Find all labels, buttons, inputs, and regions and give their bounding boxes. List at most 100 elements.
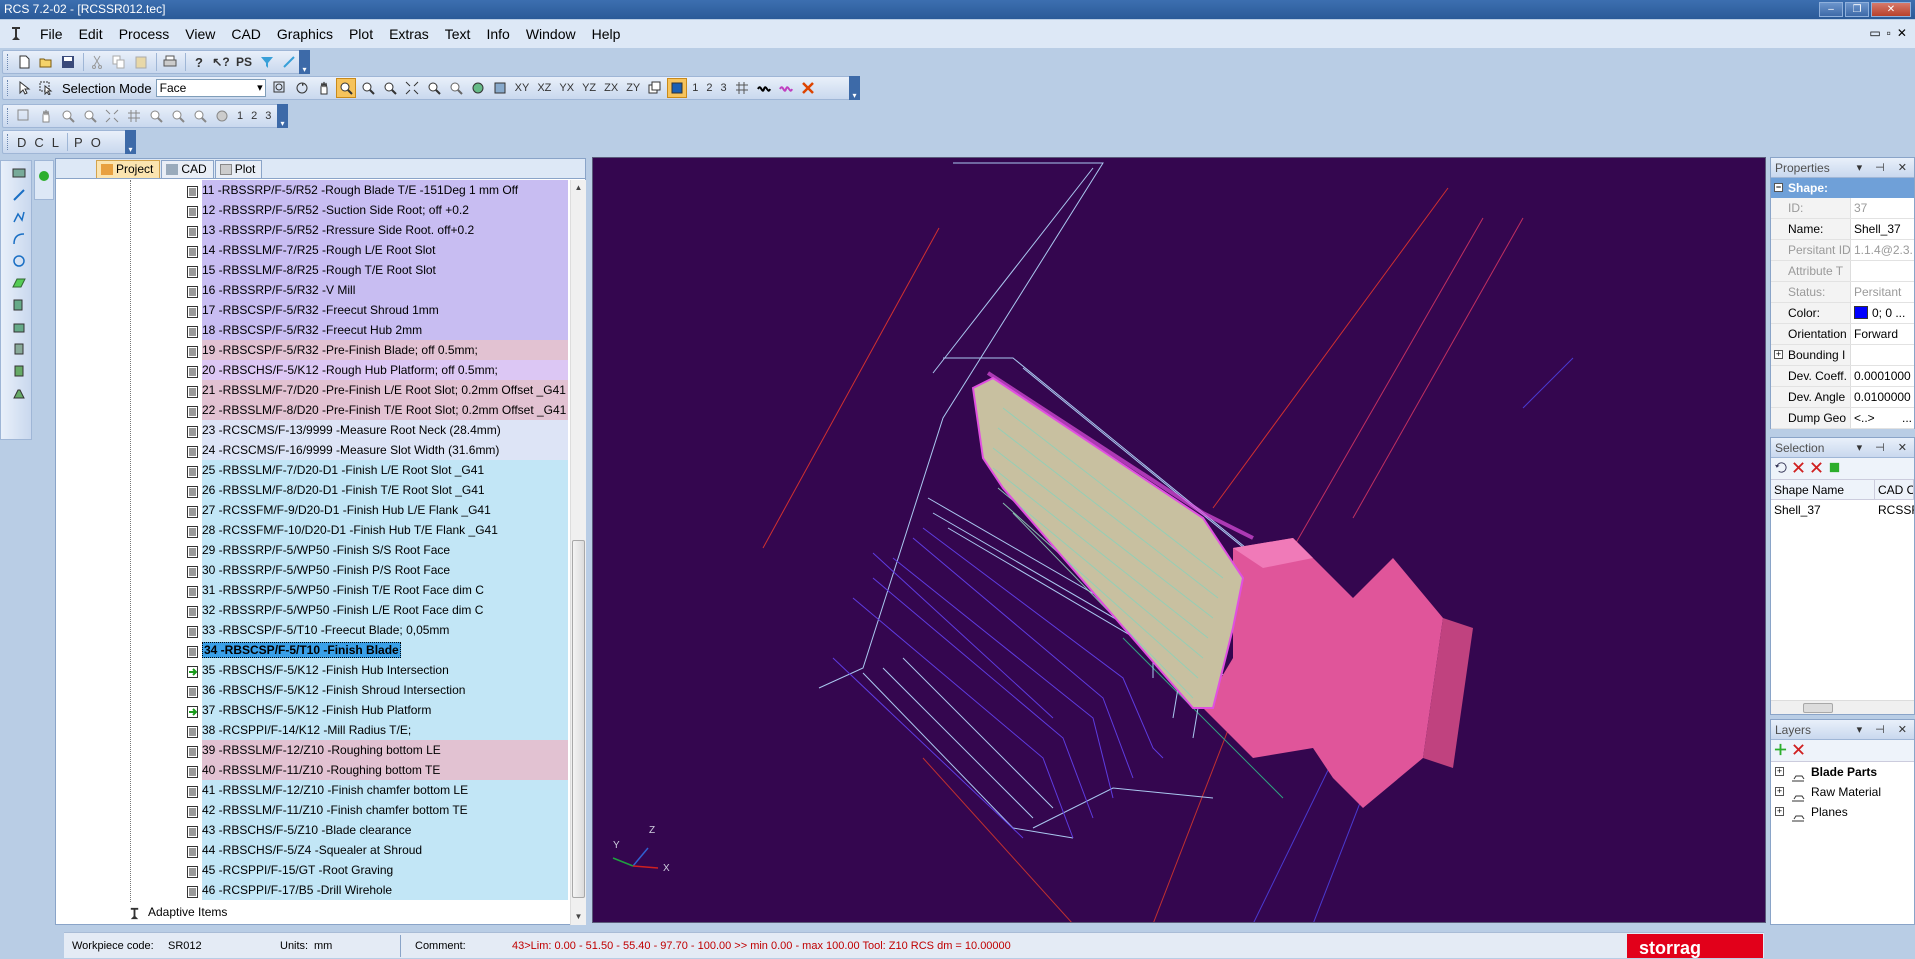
close-button[interactable]: ✕ [1871,2,1911,17]
context-help-icon[interactable]: ↖? [211,52,231,72]
tree-item-operation[interactable]: 40 -RBSSLM/F-11/Z10 -Roughing bottom TE [187,760,568,780]
color-swatch[interactable] [1854,306,1868,319]
select-box-icon[interactable] [36,78,56,98]
property-row[interactable]: Status: Persitant [1771,282,1914,303]
tree-item-operation[interactable]: 45 -RCSPPI/F-15/GT -Root Graving [187,860,568,880]
scrollbar-thumb[interactable] [1803,703,1833,713]
add-selection-icon[interactable] [1828,461,1841,477]
tree-item-operation[interactable]: 19 -RBSCSP/F-5/R32 -Pre-Finish Blade; of… [187,340,568,360]
property-row[interactable]: Orientation Forward [1771,324,1914,345]
selection-mode-select[interactable]: Face [155,79,266,97]
property-row[interactable]: Attribute T [1771,261,1914,282]
column-shape-name[interactable]: Shape Name [1771,480,1875,499]
menu-file[interactable]: File [32,26,71,42]
property-row[interactable]: Dump Geo <..>... [1771,408,1914,429]
tree-item-operation[interactable]: 15 -RBSSLM/F-8/R25 -Rough T/E Root Slot [187,260,568,280]
menu-info[interactable]: Info [478,26,517,42]
layer-item[interactable]: + Blade Parts [1771,762,1914,782]
tree-item-operation[interactable]: 20 -RBSCHS/F-5/K12 -Rough Hub Platform; … [187,360,568,380]
wave-icon[interactable] [754,78,774,98]
part-tool-icon[interactable] [11,319,27,335]
zoom-center-icon[interactable] [190,106,210,126]
zoom-out-icon[interactable] [168,106,188,126]
tree-item-operation[interactable]: 18 -RBSCSP/F-5/R32 -Freecut Hub 2mm [187,320,568,340]
view-3-button[interactable]: 3 [262,106,274,126]
zoom-icon[interactable] [58,106,78,126]
add-layer-icon[interactable] [1774,743,1787,759]
toolbar-overflow-icon[interactable]: ▾ [299,50,310,74]
zoom-center-icon[interactable] [380,78,400,98]
print-icon[interactable] [160,52,180,72]
tree-scrollbar[interactable]: ▲ ▼ [570,180,586,925]
remove-layer-icon[interactable] [1792,743,1805,759]
view-zy-button[interactable]: ZY [623,78,643,98]
tree-item-operation[interactable]: 26 -RBSSLM/F-8/D20-D1 -Finish T/E Root S… [187,480,568,500]
toolbar-grip[interactable] [7,108,11,124]
toolbar-overflow-icon[interactable]: ▾ [277,104,288,128]
tool-holder-icon[interactable] [11,363,27,379]
mdi-controls[interactable]: ▭▫✕ [1869,26,1913,40]
menu-plot[interactable]: Plot [341,26,381,42]
app-icon[interactable] [6,24,26,44]
rotate-icon[interactable] [292,78,312,98]
clear-icon[interactable] [798,78,818,98]
menu-help[interactable]: Help [584,26,629,42]
view-xz-button[interactable]: XZ [534,78,554,98]
tree-item-adaptive-items[interactable]: Adaptive Items [124,902,227,922]
ellipsis-button[interactable]: ... [1902,408,1912,428]
tree-item-operation[interactable]: 37 -RBSCHS/F-5/K12 -Finish Hub Platform [187,700,568,720]
menu-process[interactable]: Process [111,26,178,42]
tree-item-operation[interactable]: 23 -RCSCMS/F-13/9999 -Measure Root Neck … [187,420,568,440]
toolbar-overflow-icon[interactable]: ▾ [849,76,860,100]
new-file-icon[interactable] [14,52,34,72]
property-row[interactable]: Name: Shell_37 [1771,219,1914,240]
tree-item-operation[interactable]: 27 -RCSSFM/F-9/D20-D1 -Finish Hub L/E Fl… [187,500,568,520]
view-3d-icon[interactable] [212,106,232,126]
scroll-up-icon[interactable]: ▲ [571,180,586,196]
menu-extras[interactable]: Extras [381,26,437,42]
property-row[interactable]: + Bounding I [1771,345,1914,366]
zoom-in-icon[interactable] [80,106,100,126]
open-folder-icon[interactable] [36,52,56,72]
graphics-viewport[interactable]: Z Y X [592,157,1766,923]
tree-item-operation[interactable]: 33 -RBSCSP/F-5/T10 -Freecut Blade; 0,05m… [187,620,568,640]
save-icon[interactable] [58,52,78,72]
panel-controls[interactable]: ▾ ⊣ ✕ [1857,438,1912,458]
paste-icon[interactable] [131,52,151,72]
select-arrow-icon[interactable] [14,78,34,98]
tree-item-operation[interactable]: 34 -RBSCSP/F-5/T10 -Finish Blade [187,640,568,660]
p-button[interactable]: P [71,132,86,152]
menu-view[interactable]: View [177,26,223,42]
grid-icon[interactable] [732,78,752,98]
tab-project[interactable]: Project [96,160,161,178]
collapse-icon[interactable]: − [1774,183,1783,192]
machine-tool-icon[interactable] [11,385,27,401]
tree-item-operation[interactable]: 38 -RCSPPI/F-14/K12 -Mill Radius T/E; [187,720,568,740]
tree-item-operation[interactable]: 11 -RBSSRP/F-5/R52 -Rough Blade T/E -151… [187,180,568,200]
layer-item[interactable]: + Planes [1771,802,1914,822]
l-button[interactable]: L [49,132,62,152]
tree-item-operation[interactable]: 25 -RBSSLM/F-7/D20-D1 -Finish L/E Root S… [187,460,568,480]
wave-color-icon[interactable] [776,78,796,98]
tree-item-operation[interactable]: 16 -RBSSRP/F-5/R32 -V Mill [187,280,568,300]
minimize-button[interactable]: – [1819,2,1843,17]
fixture-tool-icon[interactable] [11,341,27,357]
tree-item-operation[interactable]: 29 -RBSSRP/F-5/WP50 -Finish S/S Root Fac… [187,540,568,560]
pan-hand-icon[interactable] [36,106,56,126]
tree-item-operation[interactable]: 43 -RBSCHS/F-5/Z10 -Blade clearance [187,820,568,840]
toolbar-grip[interactable] [7,54,11,70]
menu-window[interactable]: Window [518,26,584,42]
expand-icon[interactable]: + [1775,807,1784,816]
tab-plot[interactable]: Plot [214,160,263,178]
help-icon[interactable]: ? [189,52,209,72]
tree-item-operation[interactable]: 42 -RBSSLM/F-11/Z10 -Finish chamfer bott… [187,800,568,820]
tree-item-operation[interactable]: 46 -RCSPPI/F-17/B5 -Drill Wirehole [187,880,568,900]
zoom-icon[interactable] [335,78,356,98]
copy-view-icon[interactable] [645,78,665,98]
pan-hand-icon[interactable] [314,78,334,98]
polyline-tool-icon[interactable] [11,209,27,225]
scroll-down-icon[interactable]: ▼ [571,909,586,925]
zoom-window-icon[interactable] [270,78,290,98]
tree-item-operation[interactable]: 22 -RBSSLM/F-8/D20 -Pre-Finish T/E Root … [187,400,568,420]
tree-item-operation[interactable]: 21 -RBSSLM/F-7/D20 -Pre-Finish L/E Root … [187,380,568,400]
